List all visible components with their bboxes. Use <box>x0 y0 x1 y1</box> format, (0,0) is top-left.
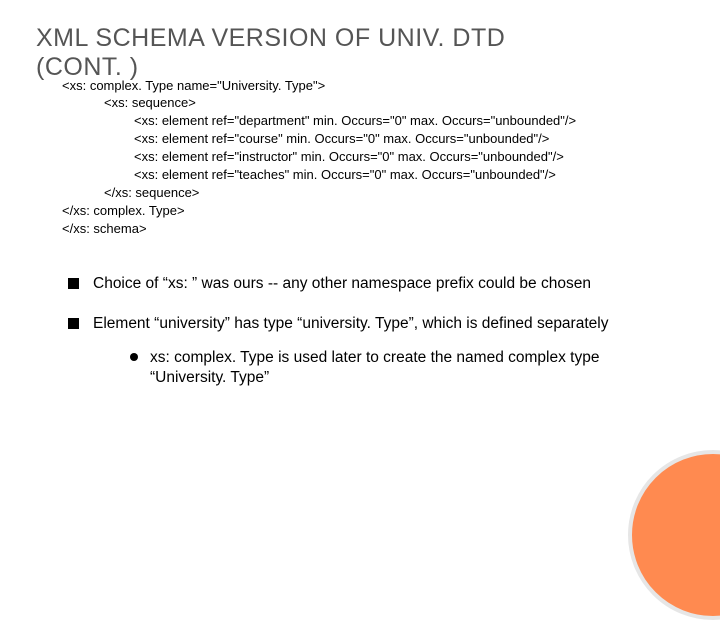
slide-title: XML SCHEMA VERSION OF UNIV. DTD (CONT. ) <box>36 24 684 82</box>
code-line: </xs: schema> <box>62 220 684 238</box>
code-line: <xs: element ref="instructor" min. Occur… <box>62 148 684 166</box>
list-item: Choice of “xs: ” was ours -- any other n… <box>68 274 648 294</box>
bullet-text: Choice of “xs: ” was ours -- any other n… <box>93 274 591 294</box>
code-block: <xs: complex. Type name="University. Typ… <box>62 77 684 238</box>
list-item: Element “university” has type “universit… <box>68 314 648 334</box>
dot-bullet-icon <box>130 353 138 361</box>
square-bullet-icon <box>68 278 79 289</box>
code-line: <xs: complex. Type name="University. Typ… <box>62 77 684 95</box>
decorative-circle <box>628 450 720 620</box>
sub-list-item: xs: complex. Type is used later to creat… <box>130 348 648 388</box>
code-line: <xs: element ref="teaches" min. Occurs="… <box>62 166 684 184</box>
square-bullet-icon <box>68 318 79 329</box>
bullet-text: Element “university” has type “universit… <box>93 314 608 334</box>
title-line-1: XML SCHEMA VERSION OF UNIV. DTD <box>36 24 505 52</box>
code-line: <xs: element ref="course" min. Occurs="0… <box>62 130 684 148</box>
code-line: <xs: element ref="department" min. Occur… <box>62 112 684 130</box>
code-line: <xs: sequence> <box>62 94 684 112</box>
sub-bullet-text: xs: complex. Type is used later to creat… <box>150 348 648 388</box>
slide: XML SCHEMA VERSION OF UNIV. DTD (CONT. )… <box>0 0 720 540</box>
code-line: </xs: complex. Type> <box>62 202 684 220</box>
bullet-list: Choice of “xs: ” was ours -- any other n… <box>68 274 648 389</box>
code-line: </xs: sequence> <box>62 184 684 202</box>
